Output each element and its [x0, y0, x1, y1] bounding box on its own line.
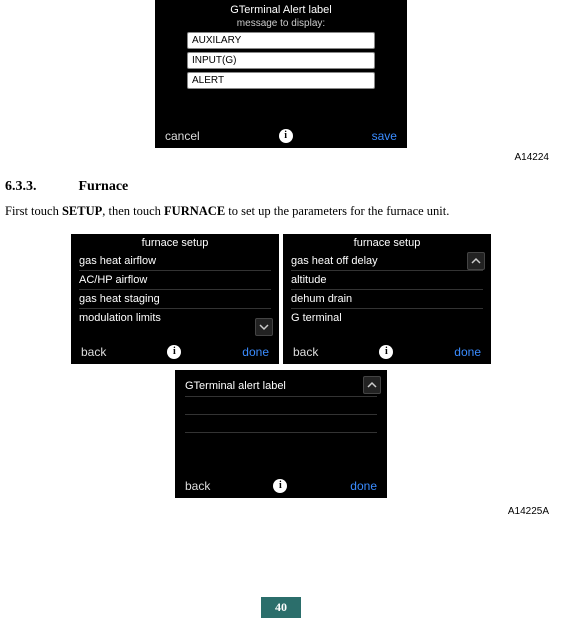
- menu-item-gas-heat-airflow[interactable]: gas heat airflow: [79, 252, 271, 271]
- cancel-button[interactable]: cancel: [165, 129, 200, 143]
- furnace-keyword: FURNACE: [164, 204, 225, 218]
- field-auxilary[interactable]: AUXILARY: [187, 32, 375, 49]
- field-alert[interactable]: ALERT: [187, 72, 375, 89]
- chevron-down-icon: [259, 322, 269, 332]
- done-button[interactable]: done: [454, 345, 481, 359]
- save-button[interactable]: save: [372, 129, 397, 143]
- chevron-up-icon: [471, 256, 481, 266]
- info-icon[interactable]: i: [279, 129, 293, 143]
- setup-keyword: SETUP: [62, 204, 102, 218]
- info-icon[interactable]: i: [167, 345, 181, 359]
- figure-label-1: A14224: [5, 148, 557, 173]
- menu-item-empty: [185, 433, 377, 451]
- section-heading: 6.3.3. Furnace: [5, 173, 557, 203]
- back-button[interactable]: back: [185, 479, 210, 493]
- menu-item-gterminal-alert-label[interactable]: GTerminal alert label: [185, 376, 377, 397]
- scroll-down-button[interactable]: [255, 318, 273, 336]
- back-button[interactable]: back: [81, 345, 106, 359]
- furnace-setup-screen-1: furnace setup gas heat airflow AC/HP air…: [71, 234, 279, 364]
- menu-item-altitude[interactable]: altitude: [291, 271, 483, 290]
- done-button[interactable]: done: [242, 345, 269, 359]
- screen-subtitle: message to display:: [155, 18, 407, 32]
- alert-label-screen: GTerminal Alert label message to display…: [155, 0, 407, 148]
- scroll-up-button[interactable]: [363, 376, 381, 394]
- field-inputg[interactable]: INPUT(G): [187, 52, 375, 69]
- section-title: Furnace: [79, 179, 129, 194]
- screen-title: GTerminal Alert label: [155, 0, 407, 18]
- body-paragraph: First touch SETUP, then touch FURNACE to…: [5, 203, 557, 230]
- menu-item-ac-hp-airflow[interactable]: AC/HP airflow: [79, 271, 271, 290]
- furnace-setup-screen-2: furnace setup gas heat off delay altitud…: [283, 234, 491, 364]
- section-number: 6.3.3.: [5, 179, 75, 195]
- menu-item-empty: [185, 397, 377, 415]
- back-button[interactable]: back: [293, 345, 318, 359]
- info-icon[interactable]: i: [273, 479, 287, 493]
- menu-item-dehum-drain[interactable]: dehum drain: [291, 290, 483, 309]
- menu-item-g-terminal[interactable]: G terminal: [291, 309, 483, 327]
- menu-item-gas-heat-staging[interactable]: gas heat staging: [79, 290, 271, 309]
- gterminal-alert-list-screen: GTerminal alert label back i done: [175, 370, 387, 498]
- menu-item-modulation-limits[interactable]: modulation limits: [79, 309, 271, 327]
- screen-title: furnace setup: [71, 234, 279, 252]
- screen-title: furnace setup: [283, 234, 491, 252]
- page-number: 40: [261, 597, 301, 618]
- info-icon[interactable]: i: [379, 345, 393, 359]
- menu-item-gas-heat-off-delay[interactable]: gas heat off delay: [291, 252, 483, 271]
- chevron-up-icon: [367, 380, 377, 390]
- menu-item-empty: [185, 415, 377, 433]
- figure-label-2: A14225A: [5, 502, 557, 527]
- done-button[interactable]: done: [350, 479, 377, 493]
- scroll-up-button[interactable]: [467, 252, 485, 270]
